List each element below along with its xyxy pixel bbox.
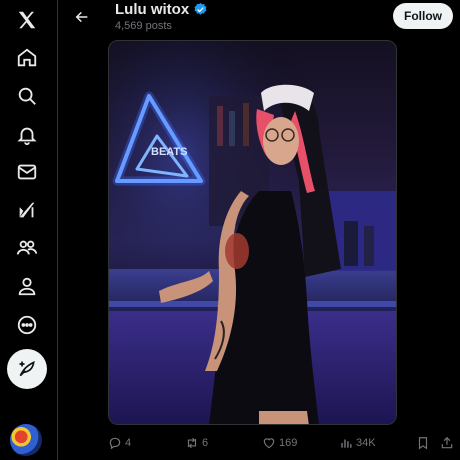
profile-icon[interactable] [7,266,47,306]
grok-icon[interactable] [7,190,47,230]
bell-icon[interactable] [7,115,47,155]
bookmark-icon [418,437,428,450]
search-icon[interactable] [7,76,47,116]
reply-icon [109,437,121,450]
heart-icon [263,438,275,449]
share-icon [441,436,453,449]
repost-count: 6 [202,437,209,449]
compose-post-button[interactable] [7,349,47,389]
home-icon[interactable] [7,38,47,78]
feather-plus-icon [19,360,35,377]
more-icon[interactable] [7,305,47,345]
verified-badge-icon [193,2,208,17]
post-media[interactable]: BEATS [108,40,397,425]
mail-icon[interactable] [7,152,47,192]
arrow-left-icon [75,11,88,23]
back-button[interactable] [69,4,95,30]
communities-icon[interactable] [7,228,47,268]
photo-illustration: BEATS [109,41,396,424]
like-count: 169 [279,437,298,449]
post-actions: 4 6 169 34K [108,433,458,453]
repost-icon [187,437,197,449]
neon-sign-text: BEATS [151,146,187,158]
profile-name[interactable]: Lulu witox [115,1,189,18]
like-button[interactable]: 169 [262,433,297,453]
account-avatar[interactable] [10,424,42,456]
repost-button[interactable]: 6 [185,433,208,453]
bookmark-button[interactable] [416,433,430,453]
views-button[interactable]: 34K [339,433,376,453]
reply-count: 4 [125,437,132,449]
views-count: 34K [356,437,376,449]
x-logo-icon[interactable] [7,0,47,40]
title-row: Lulu witox [115,1,208,18]
share-button[interactable] [440,433,454,453]
views-chart-icon [341,439,352,448]
posts-count: 4,569 posts [115,20,172,32]
post-header: Lulu witox 4,569 posts Follow [59,0,460,40]
reply-button[interactable]: 4 [108,433,131,453]
left-nav [0,0,58,460]
follow-button[interactable]: Follow [393,3,453,29]
media-edge [397,40,407,425]
